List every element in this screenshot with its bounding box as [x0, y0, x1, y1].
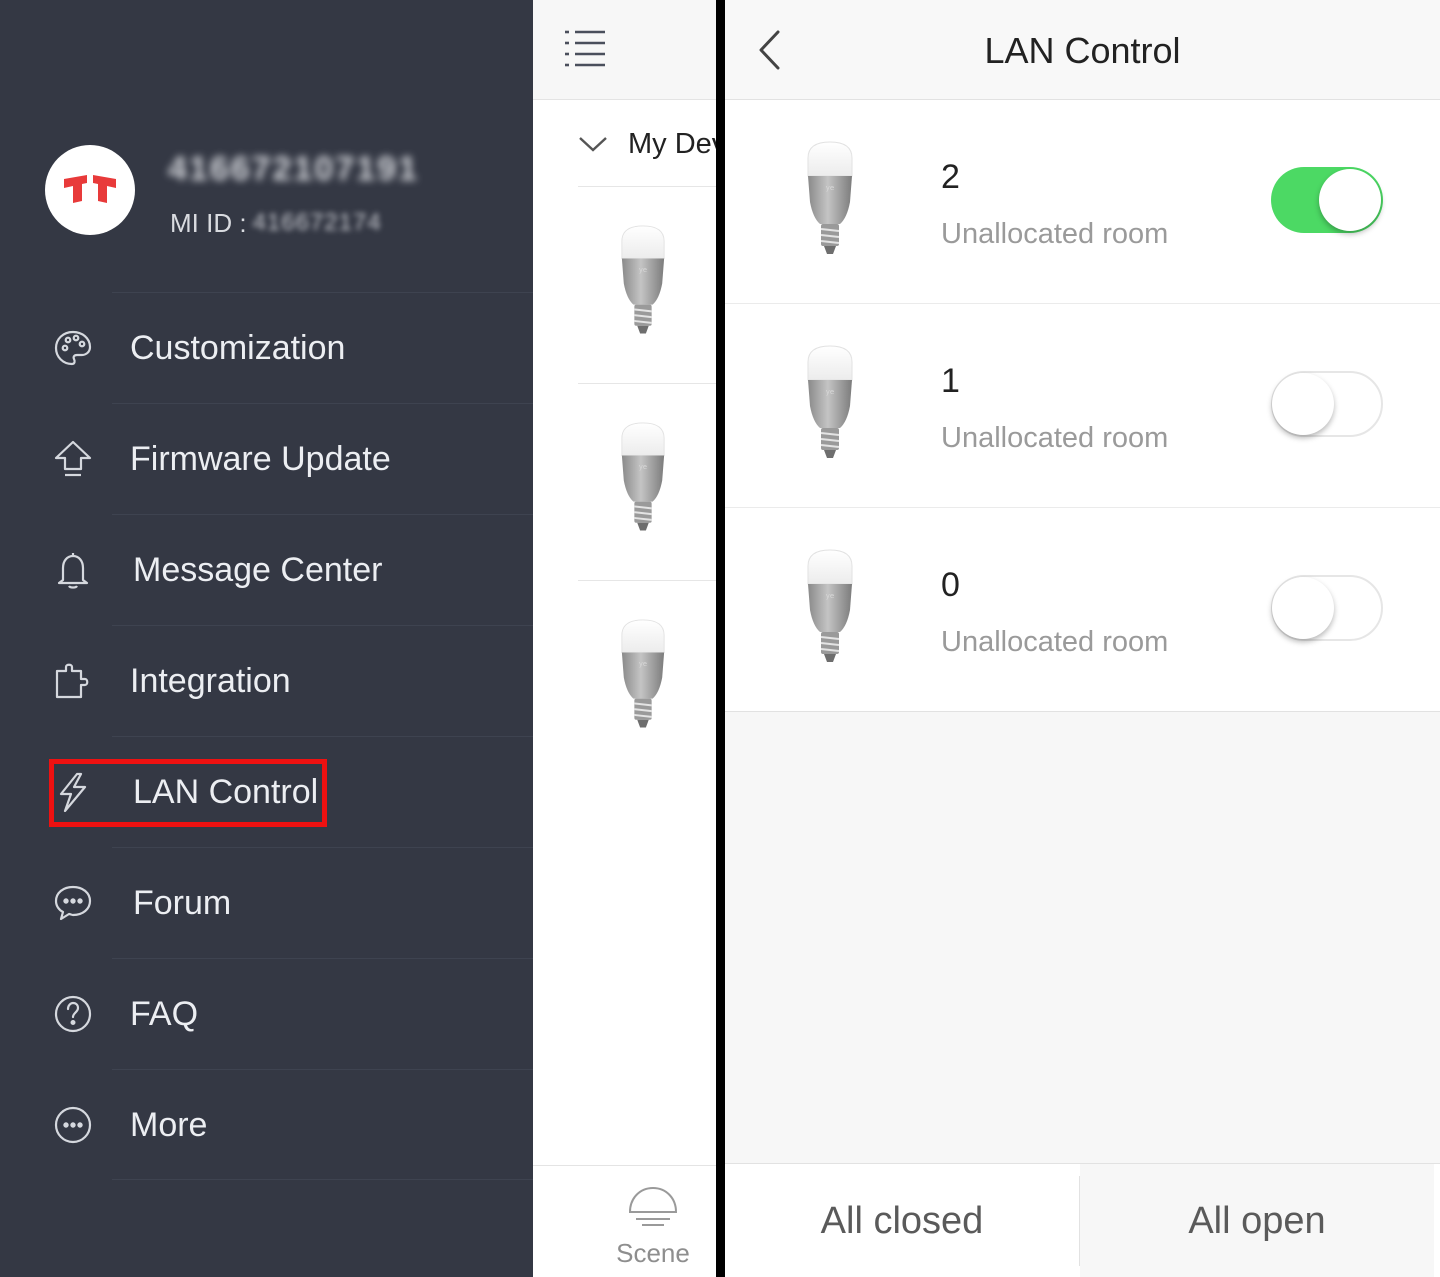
bulb-icon[interactable]: [613, 618, 673, 738]
drawer-menu: Customization Firmware Update Message Ce…: [0, 292, 533, 1180]
menu-item-message-center[interactable]: Message Center: [0, 514, 533, 625]
menu-label-message-center: Message Center: [133, 551, 383, 589]
bulk-action-bar: All closed All open: [725, 1163, 1440, 1277]
mi-id-label: MI ID :: [170, 207, 247, 238]
device-row[interactable]: 0 Unallocated room: [725, 508, 1440, 712]
page-title: LAN Control: [984, 30, 1181, 71]
all-open-button[interactable]: All open: [1080, 1164, 1434, 1277]
side-drawer: 416672107191 MI ID : 416672174 Customiza…: [0, 0, 533, 1277]
puzzle-icon: [55, 663, 89, 699]
my-devices-label: My Dev: [628, 127, 716, 160]
device-name: 2: [941, 158, 960, 196]
scene-icon[interactable]: [626, 1184, 680, 1230]
bulb-icon: [800, 344, 860, 469]
toggle-knob: [1272, 373, 1334, 435]
all-closed-button[interactable]: All closed: [725, 1164, 1079, 1277]
my-devices-section[interactable]: My Dev: [578, 122, 716, 166]
device-name: 1: [941, 362, 960, 400]
more-circle-icon: [54, 1106, 92, 1144]
toggle-knob: [1272, 577, 1334, 639]
bell-icon: [57, 553, 89, 589]
device-room: Unallocated room: [941, 626, 1169, 658]
bulb-icon[interactable]: [613, 224, 673, 344]
mi-id: MI ID : 416672174: [170, 207, 382, 239]
device-row[interactable]: 1 Unallocated room: [725, 304, 1440, 508]
device-page-header: [533, 0, 716, 100]
list-menu-icon[interactable]: [563, 28, 607, 70]
menu-label-customization: Customization: [130, 329, 346, 367]
menu-item-firmware-update[interactable]: Firmware Update: [0, 403, 533, 514]
lan-device-list: 2 Unallocated room 1 Unallocated room 0 …: [725, 100, 1440, 712]
toggle-knob: [1319, 169, 1381, 231]
user-name: 416672107191: [168, 150, 419, 188]
device-list-page: My Dev Scene: [533, 0, 716, 1277]
lan-toggle[interactable]: [1271, 575, 1383, 641]
panel-divider: [716, 0, 725, 1277]
menu-label-integration: Integration: [130, 662, 291, 700]
menu-label-firmware-update: Firmware Update: [130, 440, 391, 478]
question-circle-icon: [54, 995, 92, 1033]
bulb-icon[interactable]: [613, 421, 673, 541]
chat-bubble-icon: [54, 885, 92, 921]
divider: [578, 383, 716, 384]
device-row[interactable]: 2 Unallocated room: [725, 100, 1440, 304]
divider: [578, 580, 716, 581]
menu-item-faq[interactable]: FAQ: [0, 958, 533, 1069]
menu-label-forum: Forum: [133, 884, 232, 922]
chevron-down-icon: [579, 137, 607, 152]
lan-toggle[interactable]: [1271, 371, 1383, 437]
lan-toggle[interactable]: [1271, 167, 1383, 233]
menu-item-forum[interactable]: Forum: [0, 847, 533, 958]
divider: [578, 186, 716, 187]
palette-icon: [54, 330, 92, 366]
upload-arrow-icon: [54, 440, 92, 477]
menu-label-more: More: [130, 1106, 208, 1144]
lan-control-header: LAN Control: [725, 0, 1440, 100]
yeelight-logo-icon: [64, 175, 116, 203]
mi-id-value: 416672174: [252, 209, 382, 236]
bulb-icon: [800, 140, 860, 265]
lan-control-highlight-box: [49, 759, 327, 827]
menu-label-faq: FAQ: [130, 995, 199, 1033]
avatar[interactable]: [45, 145, 135, 235]
device-name: 0: [941, 566, 960, 604]
lan-control-page: LAN Control 2 Unallocated room 1 Unalloc…: [725, 0, 1440, 1277]
menu-item-customization[interactable]: Customization: [0, 292, 533, 403]
menu-item-more[interactable]: More: [0, 1069, 533, 1180]
scene-tab-label[interactable]: Scene: [533, 1238, 716, 1269]
bottom-tab-bar: Scene: [533, 1165, 716, 1277]
device-room: Unallocated room: [941, 218, 1169, 250]
menu-item-integration[interactable]: Integration: [0, 625, 533, 736]
bulb-icon: [800, 548, 860, 673]
device-room: Unallocated room: [941, 422, 1169, 454]
